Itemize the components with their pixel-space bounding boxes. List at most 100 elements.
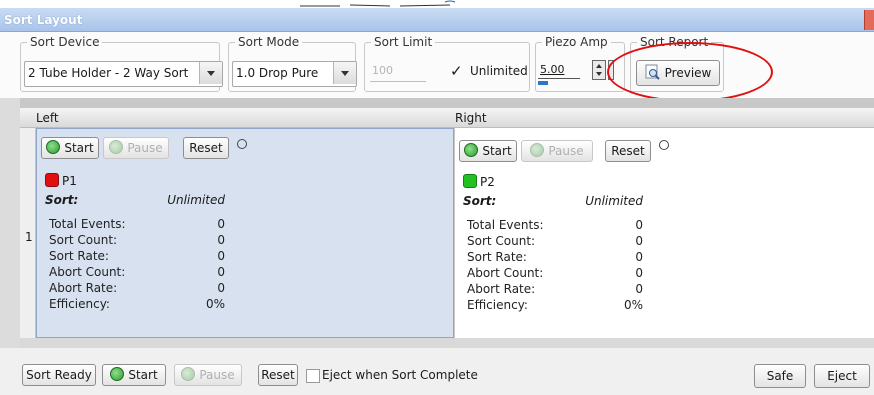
start-icon <box>110 367 125 381</box>
grid-header: Left Right <box>20 108 874 128</box>
piezo-amp-stepper[interactable] <box>592 60 606 80</box>
left-column-header: Left <box>36 111 59 125</box>
left-start-button[interactable]: Start <box>41 137 99 159</box>
right-pause-label: Pause <box>548 144 584 158</box>
stat-value: 0 <box>217 233 225 247</box>
pause-icon <box>181 367 196 381</box>
top-scribble <box>300 0 456 7</box>
sort-ready-button[interactable]: Sort Ready <box>22 364 96 386</box>
left-gate: P1 <box>45 173 77 188</box>
stat-value: 0 <box>217 281 225 295</box>
start-label: Start <box>128 368 158 382</box>
stat-value: 0 <box>635 250 643 264</box>
eject-when-complete-label: Eject when Sort Complete <box>322 368 478 382</box>
right-gate: P2 <box>463 174 495 189</box>
right-sort-label: Sort: <box>463 194 497 208</box>
right-pause-button[interactable]: Pause <box>521 140 593 162</box>
right-sort-value: Unlimited <box>585 194 643 208</box>
right-gate-name: P2 <box>480 175 495 189</box>
left-start-label: Start <box>64 141 94 155</box>
chevron-down-icon <box>199 62 222 84</box>
stat-value: 0 <box>635 234 643 248</box>
stat-label: Abort Count: <box>49 265 126 279</box>
left-pause-label: Pause <box>127 141 163 155</box>
right-start-button[interactable]: Start <box>459 140 517 162</box>
safe-button[interactable]: Safe <box>754 364 806 388</box>
sort-device-select[interactable]: 2 Tube Holder - 2 Way Sort <box>24 61 223 87</box>
eject-label: Eject <box>827 369 857 383</box>
stat-value: 0 <box>635 282 643 296</box>
stat-value: 0% <box>205 297 225 311</box>
stat-value: 0 <box>635 218 643 232</box>
eject-when-complete-checkbox[interactable] <box>306 369 320 383</box>
stat-label: Sort Rate: <box>49 249 109 263</box>
stat-value: 0 <box>217 217 225 231</box>
stat-label: Abort Count: <box>467 266 544 280</box>
sort-device-label: Sort Device <box>27 35 103 49</box>
safe-label: Safe <box>766 369 794 383</box>
sort-mode-label: Sort Mode <box>235 35 303 49</box>
left-sort-label: Sort: <box>45 193 79 207</box>
window-title: Sort Layout <box>4 13 83 27</box>
stat-label: Sort Count: <box>467 234 536 248</box>
stat-value: 0 <box>635 266 643 280</box>
bottom-bar: Sort Ready Start Pause Reset Eject when … <box>0 348 874 395</box>
sort-limit-input[interactable]: 100 <box>370 62 426 82</box>
reset-label: Reset <box>261 368 295 382</box>
left-pause-button[interactable]: Pause <box>103 137 169 159</box>
pause-button[interactable]: Pause <box>174 364 242 386</box>
sort-device-value: 2 Tube Holder - 2 Way Sort <box>28 66 189 80</box>
gate-color-icon <box>463 174 477 188</box>
grid-left-margin <box>0 98 20 348</box>
stat-label: Total Events: <box>49 217 126 231</box>
pause-icon <box>109 140 124 154</box>
stat-label: Abort Rate: <box>49 281 118 295</box>
spin-arrows-icon <box>596 64 602 76</box>
left-reset-button[interactable]: Reset <box>183 137 229 159</box>
left-reset-label: Reset <box>189 141 223 155</box>
right-sort-pane[interactable]: Start Pause Reset P2 Sort: Unlimited Tot… <box>455 128 874 338</box>
stat-label: Sort Rate: <box>467 250 527 264</box>
eject-button[interactable]: Eject <box>814 364 870 388</box>
stat-value: 0 <box>217 265 225 279</box>
sort-mode-select[interactable]: 1.0 Drop Pure <box>232 61 357 87</box>
close-button[interactable] <box>864 10 874 30</box>
stat-label: Abort Rate: <box>467 282 536 296</box>
row-number: 1 <box>25 230 33 244</box>
right-start-label: Start <box>482 144 512 158</box>
unlimited-checkbox[interactable]: ✓ <box>450 63 466 79</box>
stat-label: Sort Count: <box>49 233 118 247</box>
pause-icon <box>530 143 545 157</box>
stat-value: 0 <box>217 249 225 263</box>
piezo-amp-indicator <box>538 81 548 85</box>
row-header: 1 <box>20 128 36 338</box>
window-title-bar: Sort Layout <box>0 8 874 32</box>
stat-label: Efficiency: <box>467 298 528 312</box>
unlimited-label: Unlimited <box>470 64 528 78</box>
left-sort-pane[interactable]: Start Pause Reset P1 Sort: Unlimited Tot… <box>36 128 454 338</box>
left-gate-name: P1 <box>62 174 77 188</box>
stat-label: Efficiency: <box>49 297 110 311</box>
left-status-indicator <box>237 139 247 149</box>
sort-limit-label: Sort Limit <box>371 35 436 49</box>
piezo-amp-input[interactable]: 5.00 <box>538 61 580 79</box>
stat-label: Total Events: <box>467 218 544 232</box>
left-sort-value: Unlimited <box>167 193 225 207</box>
sort-ready-label: Sort Ready <box>26 368 92 382</box>
grid-horizontal-scrollbar[interactable] <box>20 338 874 348</box>
right-reset-label: Reset <box>611 144 645 158</box>
right-reset-button[interactable]: Reset <box>605 140 651 162</box>
right-column-header: Right <box>455 111 487 125</box>
reset-button[interactable]: Reset <box>258 364 298 386</box>
chevron-down-icon <box>333 62 356 84</box>
sort-mode-value: 1.0 Drop Pure <box>236 66 319 80</box>
pause-label: Pause <box>199 368 235 382</box>
start-icon <box>464 143 479 157</box>
gate-color-icon <box>45 173 59 187</box>
highlight-annotation <box>607 42 773 102</box>
stat-value: 0% <box>623 298 643 312</box>
start-button[interactable]: Start <box>102 364 166 386</box>
start-icon <box>46 140 61 154</box>
piezo-amp-label: Piezo Amp <box>542 35 611 49</box>
right-status-indicator <box>659 140 669 150</box>
